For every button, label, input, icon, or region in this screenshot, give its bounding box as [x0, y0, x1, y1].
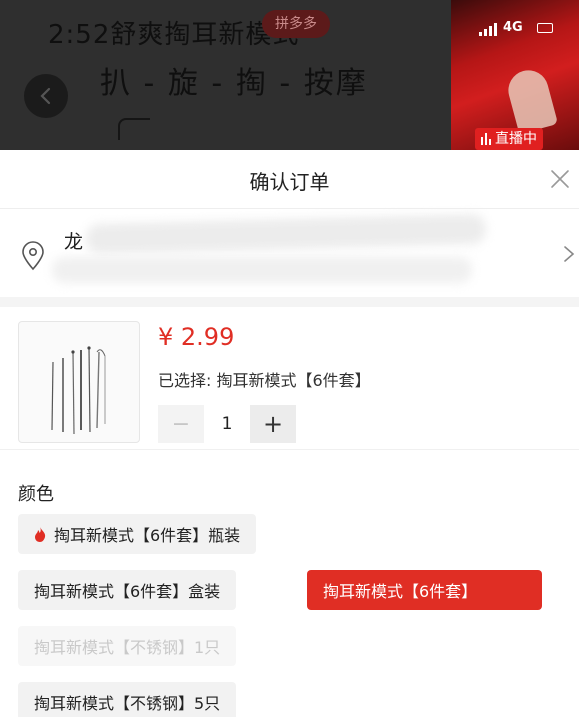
- network-type: 4G: [503, 20, 523, 35]
- product-image: [18, 321, 140, 443]
- location-pin-icon: [22, 241, 44, 271]
- status-bar: 4G: [451, 20, 579, 40]
- live-badge: 直播中: [475, 128, 543, 150]
- increase-button[interactable]: +: [250, 405, 296, 443]
- video-banner-subtitle: 扒 - 旋 - 掏 - 按摩: [100, 66, 368, 101]
- decrease-button[interactable]: −: [158, 405, 204, 443]
- address-row[interactable]: 龙: [0, 209, 579, 297]
- address-redaction: [52, 257, 472, 283]
- signal-icon: [479, 22, 497, 36]
- pinduoduo-logo: 拼多多: [262, 10, 330, 38]
- close-icon[interactable]: [549, 168, 571, 190]
- ear-pick-set-image: [51, 346, 106, 435]
- quantity-value[interactable]: 1: [204, 414, 250, 434]
- color-option-label: 掏耳新模式【6件套】: [323, 582, 478, 601]
- color-option-selected[interactable]: 掏耳新模式【6件套】: [307, 570, 542, 610]
- order-confirm-sheet: 确认订单 龙 ¥ 2.99 已选择: 掏耳新模式【6件套】 − 1 + 颜色 掏…: [0, 150, 579, 717]
- color-option-label: 掏耳新模式【不锈钢】1只: [34, 638, 221, 657]
- live-stream-thumbnail[interactable]: 4G 直播中: [451, 0, 579, 150]
- sheet-header: 确认订单: [0, 150, 579, 209]
- color-option-label: 掏耳新模式【6件套】盒装: [34, 582, 221, 601]
- color-option-box[interactable]: 掏耳新模式【6件套】盒装: [18, 570, 237, 610]
- color-option-steel-5[interactable]: 掏耳新模式【不锈钢】5只: [18, 682, 237, 717]
- product-wire-decoration: [118, 118, 150, 140]
- color-section-label: 颜色: [18, 484, 54, 505]
- streamer-image: [503, 65, 559, 135]
- back-button[interactable]: [24, 74, 68, 118]
- selected-variant: 已选择: 掏耳新模式【6件套】: [158, 371, 371, 390]
- product-row: ¥ 2.99 已选择: 掏耳新模式【6件套】 − 1 +: [0, 307, 579, 450]
- page-title: 确认订单: [249, 170, 330, 194]
- live-badge-label: 直播中: [495, 131, 537, 147]
- chevron-right-icon: [564, 246, 575, 262]
- product-price: ¥ 2.99: [158, 323, 235, 351]
- flame-icon: [35, 526, 46, 542]
- color-option-bottle[interactable]: 掏耳新模式【6件套】瓶装: [18, 514, 257, 554]
- section-divider: [0, 297, 579, 307]
- color-option-label: 掏耳新模式【不锈钢】5只: [34, 694, 221, 713]
- live-bars-icon: [481, 133, 491, 145]
- chevron-left-icon: [40, 87, 51, 105]
- quantity-stepper: − 1 +: [158, 405, 296, 443]
- battery-icon: [537, 23, 553, 33]
- address-redaction: [85, 213, 487, 255]
- color-option-label: 掏耳新模式【6件套】瓶装: [54, 526, 241, 545]
- color-option-steel-1: 掏耳新模式【不锈钢】1只: [18, 626, 237, 666]
- recipient-name: 龙: [64, 231, 84, 253]
